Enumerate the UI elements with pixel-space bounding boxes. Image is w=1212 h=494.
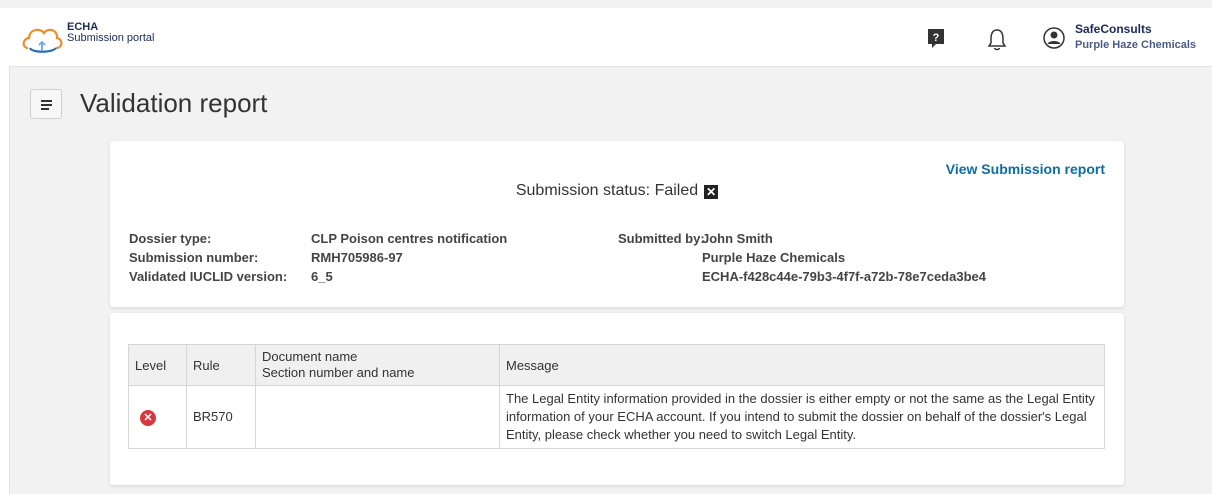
submission-status: Submission status: Failed ✕ (110, 182, 1124, 200)
column-header-rule: Rule (186, 344, 256, 386)
status-value: Failed (654, 182, 699, 199)
echa-logo[interactable]: ECHA Submission portal (20, 22, 160, 56)
submitted-by-label: Submitted by: (618, 231, 705, 246)
user-organisation: Purple Haze Chemicals (1075, 39, 1197, 51)
validation-results-card: Level Rule Document name Section number … (110, 313, 1124, 485)
column-header-message: Message (499, 344, 1105, 386)
dossier-type-label: Dossier type: (129, 231, 212, 246)
bell-icon[interactable] (986, 27, 1008, 51)
table-header-row: Level Rule Document name Section number … (128, 344, 1105, 386)
error-icon: ✕ (140, 410, 156, 426)
view-submission-report-link[interactable]: View Submission report (946, 161, 1105, 177)
dossier-type-value: CLP Poison centres notification (311, 231, 508, 246)
cloud-logo-icon (22, 28, 63, 53)
document-name-header: Document name (262, 349, 358, 364)
help-icon[interactable]: ? (927, 28, 945, 49)
message-cell: The Legal Entity information provided in… (499, 385, 1105, 449)
document-cell (255, 385, 500, 449)
submitted-by-id: ECHA-f428c44e-79b3-4f7f-a72b-78e7ceda3be… (702, 269, 986, 284)
submitted-by-name: John Smith (702, 231, 773, 246)
menu-toggle-button[interactable] (30, 89, 62, 119)
top-bar: ECHA Submission portal ? SafeConsults Pu… (0, 8, 1212, 67)
iuclid-version-value: 6_5 (311, 269, 333, 284)
submission-summary-card: View Submission report Submission status… (110, 141, 1124, 307)
column-header-document: Document name Section number and name (255, 344, 500, 386)
section-header: Section number and name (262, 365, 415, 380)
submitted-by-organisation: Purple Haze Chemicals (702, 250, 846, 265)
failed-x-icon: ✕ (704, 185, 719, 199)
svg-text:?: ? (933, 32, 940, 44)
submission-number-label: Submission number: (129, 250, 259, 265)
submission-number-value: RMH705986-97 (311, 250, 403, 265)
left-rail (0, 66, 10, 494)
status-label: Submission status: (515, 182, 651, 199)
validation-results-table: Level Rule Document name Section number … (128, 344, 1105, 449)
page-title: Validation report (80, 88, 268, 118)
table-row: ✕ BR570 The Legal Entity information pro… (128, 385, 1105, 449)
level-cell: ✕ (128, 385, 187, 449)
logo-subtitle: Submission portal (67, 32, 155, 44)
iuclid-version-label: Validated IUCLID version: (129, 269, 288, 284)
user-avatar-icon[interactable] (1043, 27, 1065, 49)
rule-cell: BR570 (186, 385, 256, 449)
user-name[interactable]: SafeConsults (1075, 22, 1152, 36)
column-header-level: Level (128, 344, 187, 386)
